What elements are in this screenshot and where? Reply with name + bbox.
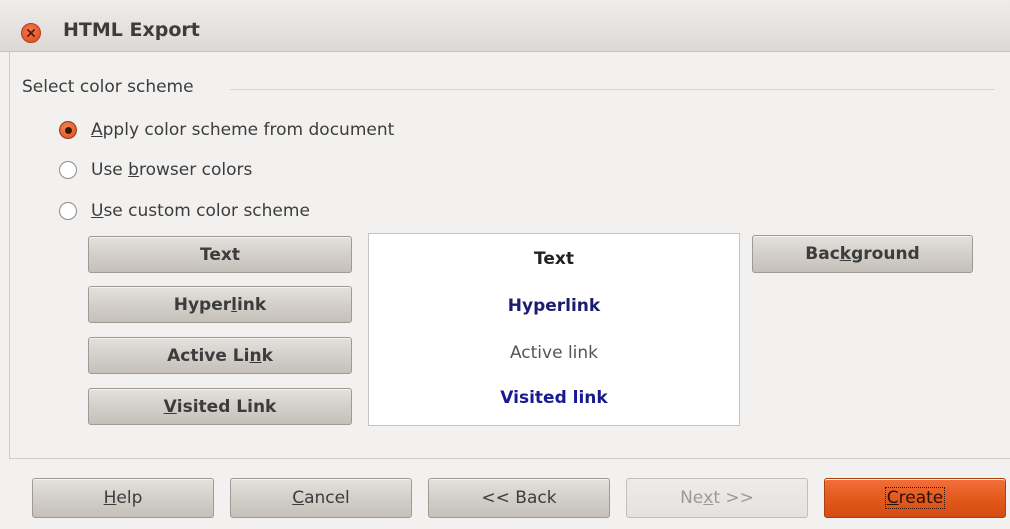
active-link-color-button[interactable]: Active Li n k [88,337,352,374]
create-button[interactable]: Create [824,478,1006,518]
next-button[interactable]: Ne x t >> [626,478,808,518]
preview-text: Text [534,249,574,269]
radio-label: Use browser colors [91,160,253,180]
radio-label: Use custom color scheme [91,201,310,221]
group-label: Select color scheme [22,77,194,97]
hyperlink-color-button[interactable]: Hyper l ink [88,286,352,323]
cancel-button[interactable]: Cancel [230,478,412,518]
color-preview-panel: Text Hyperlink Active link Visited link [368,233,740,426]
background-color-button[interactable]: Bac k ground [752,235,973,273]
radio-browser-colors[interactable]: Use browser colors [59,160,252,180]
text-color-button[interactable]: Text [88,236,352,273]
radio-unchecked-icon[interactable] [59,202,77,220]
close-icon[interactable] [21,23,41,43]
group-divider [230,89,995,90]
radio-label: Apply color scheme from document [91,120,395,140]
window-title: HTML Export [63,19,200,41]
visited-link-color-button[interactable]: Visited Link [88,388,352,425]
help-button[interactable]: Help [32,478,214,518]
radio-apply-document-scheme[interactable]: Apply color scheme from document [59,120,394,140]
radio-custom-scheme[interactable]: Use custom color scheme [59,201,310,221]
back-button[interactable]: << Back [428,478,610,518]
title-bar: HTML Export [0,0,1010,52]
footer-divider [9,458,1010,459]
preview-visited-link: Visited link [500,388,608,408]
preview-active-link: Active link [509,343,599,363]
radio-checked-icon[interactable] [59,121,77,139]
radio-unchecked-icon[interactable] [59,161,77,179]
preview-hyperlink: Hyperlink [507,296,601,316]
